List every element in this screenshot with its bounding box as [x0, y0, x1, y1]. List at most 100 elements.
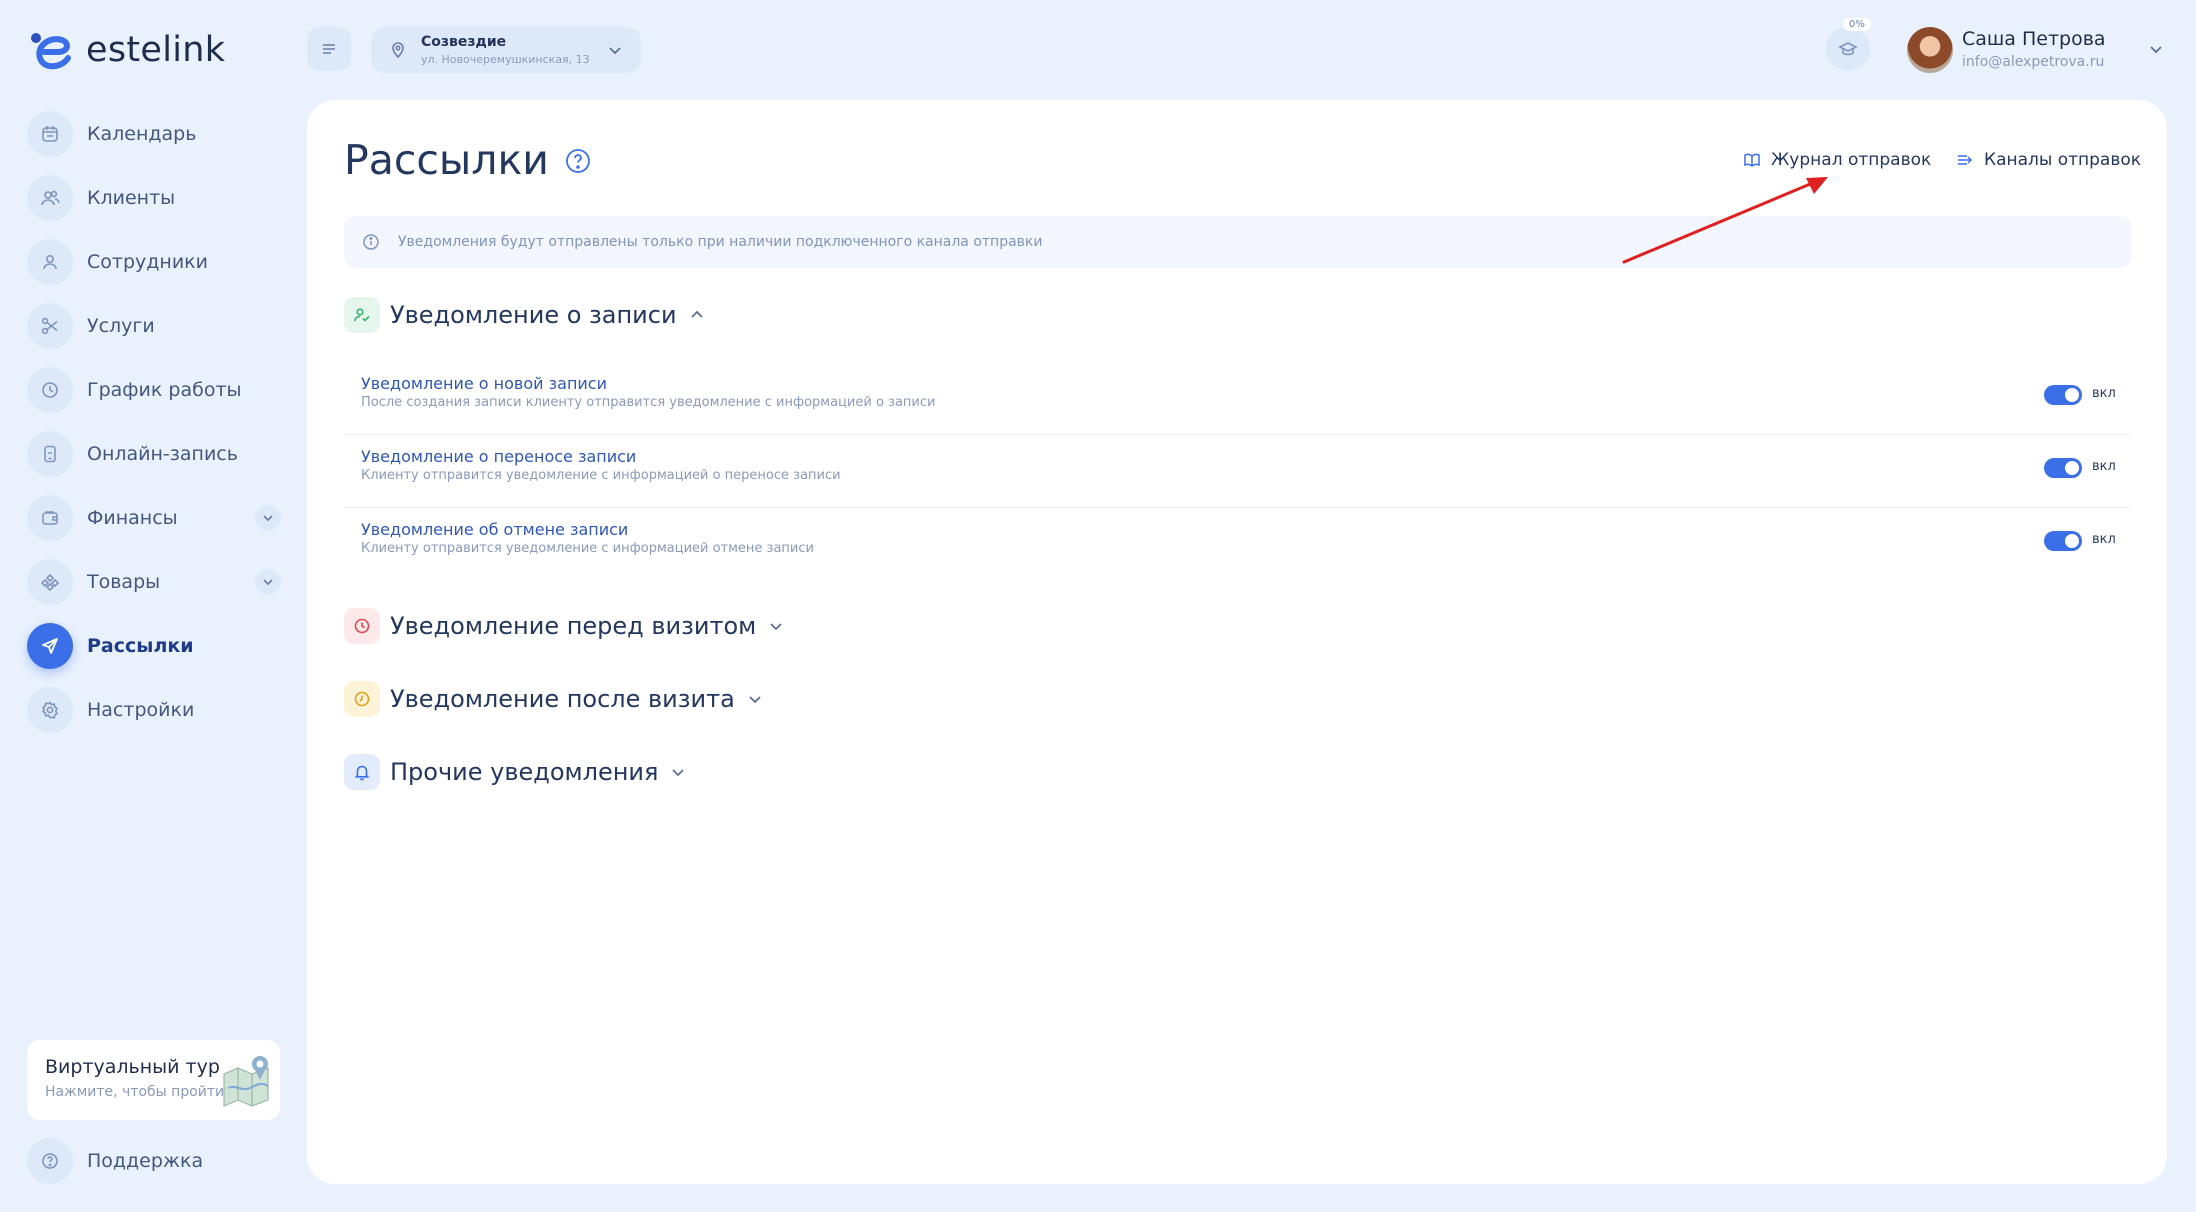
chevron-down-icon — [749, 696, 761, 704]
toggle-label: вкл — [2092, 459, 2116, 474]
journal-link-label: Журнал отправок — [1771, 150, 1932, 170]
onboarding-progress-button[interactable] — [1826, 27, 1870, 71]
journal-link[interactable]: Журнал отправок — [1743, 150, 1931, 170]
sidebar-item-label: Клиенты — [87, 187, 176, 209]
info-text: Уведомления будут отправлены только при … — [398, 234, 1043, 250]
user-check-icon — [344, 297, 380, 333]
sidebar-item-label: Настройки — [87, 699, 195, 721]
location-address: ул. Новочеремушкинская, 13 — [421, 53, 590, 66]
graduation-cap-icon — [1838, 42, 1858, 56]
sidebar-item-services[interactable]: Услуги — [27, 302, 281, 350]
help-icon[interactable] — [565, 148, 591, 174]
sidebar-item-label: Товары — [87, 571, 161, 593]
sidebar-item-mailings[interactable]: Рассылки — [27, 622, 281, 670]
chevron-down-icon[interactable] — [2145, 38, 2167, 60]
section-after-visit[interactable]: Уведомление после визита — [344, 681, 763, 717]
menu-icon — [323, 44, 335, 54]
notification-toggle[interactable] — [2044, 458, 2082, 478]
notification-row: Уведомление о новой записи После создани… — [344, 363, 2132, 435]
logo-text: estelink — [86, 30, 226, 70]
help-circle-icon — [27, 1138, 73, 1184]
sidebar-item-staff[interactable]: Сотрудники — [27, 238, 281, 286]
menu-toggle-button[interactable] — [307, 27, 351, 71]
location-pin-icon — [392, 42, 404, 59]
calendar-icon — [27, 111, 73, 157]
avatar[interactable] — [1907, 27, 1953, 73]
section-title: Уведомление после визита — [390, 685, 735, 713]
main-card: Рассылки Журнал отправок Каналы отправок… — [307, 100, 2167, 1184]
sidebar-item-schedule[interactable]: График работы — [27, 366, 281, 414]
row-description: Клиенту отправится уведомление с информа… — [361, 468, 841, 483]
sidebar-item-finance[interactable]: Финансы — [27, 494, 281, 542]
toggle-knob — [2065, 534, 2079, 548]
virtual-tour-card[interactable]: Виртуальный тур Нажмите, чтобы пройти — [27, 1040, 280, 1120]
toggle-knob — [2065, 388, 2079, 402]
sidebar-nav: Календарь Клиенты Сотрудники Услуги Граф… — [27, 110, 281, 750]
location-name: Созвездие — [421, 34, 507, 50]
gear-icon — [27, 687, 73, 733]
section-booking-notification[interactable]: Уведомление о записи — [344, 297, 705, 333]
toggle-knob — [2065, 461, 2079, 475]
sidebar-item-label: Рассылки — [87, 635, 194, 657]
user-email: info@alexpetrova.ru — [1962, 54, 2105, 70]
user-name: Саша Петрова — [1962, 28, 2106, 50]
app-logo[interactable]: estelink — [28, 28, 225, 72]
toggle-label: вкл — [2092, 532, 2116, 547]
clock-icon — [344, 681, 380, 717]
support-link[interactable]: Поддержка — [27, 1138, 203, 1184]
sidebar-item-label: Сотрудники — [87, 251, 208, 273]
sidebar-item-label: Онлайн-запись — [87, 443, 238, 465]
notification-row: Уведомление о переносе записи Клиенту от… — [344, 436, 2132, 508]
info-banner: Уведомления будут отправлены только при … — [344, 216, 2132, 268]
sidebar-item-label: Календарь — [87, 123, 197, 145]
channels-icon — [1958, 155, 1973, 165]
clock-icon — [27, 367, 73, 413]
users-icon — [27, 175, 73, 221]
notification-toggle[interactable] — [2044, 385, 2082, 405]
chevron-down-icon — [770, 623, 782, 631]
channels-link[interactable]: Каналы отправок — [1956, 150, 2141, 170]
chevron-down-icon[interactable] — [255, 569, 281, 595]
chevron-up-icon — [690, 310, 703, 318]
book-icon — [1744, 153, 1760, 168]
phone-icon — [27, 431, 73, 477]
chevron-down-icon — [672, 769, 685, 777]
section-title: Уведомление перед визитом — [390, 612, 757, 640]
channels-link-label: Каналы отправок — [1984, 150, 2142, 170]
section-title: Прочие уведомления — [390, 758, 659, 786]
row-title[interactable]: Уведомление о новой записи — [361, 374, 607, 393]
sidebar-item-clients[interactable]: Клиенты — [27, 174, 281, 222]
notification-row: Уведомление об отмене записи Клиенту отп… — [344, 509, 2132, 581]
sidebar-item-online-booking[interactable]: Онлайн-запись — [27, 430, 281, 478]
toggle-label: вкл — [2092, 386, 2116, 401]
chevron-down-icon — [609, 47, 621, 55]
sidebar-item-calendar[interactable]: Календарь — [27, 110, 281, 158]
sidebar-item-products[interactable]: Товары — [27, 558, 281, 606]
row-title[interactable]: Уведомление о переносе записи — [361, 447, 636, 466]
map-icon — [223, 1056, 269, 1107]
chevron-down-icon[interactable] — [255, 505, 281, 531]
sidebar-item-label: Финансы — [87, 507, 178, 529]
section-title: Уведомление о записи — [390, 301, 677, 329]
info-icon — [363, 234, 379, 250]
bell-icon — [344, 754, 380, 790]
section-before-visit[interactable]: Уведомление перед визитом — [344, 608, 784, 644]
sidebar-item-settings[interactable]: Настройки — [27, 686, 281, 734]
user-icon — [27, 239, 73, 285]
support-label: Поддержка — [87, 1150, 204, 1172]
notification-toggle[interactable] — [2044, 531, 2082, 551]
location-selector[interactable]: Созвездие ул. Новочеремушкинская, 13 — [371, 27, 641, 73]
sidebar-item-label: График работы — [87, 379, 242, 401]
page-title: Рассылки — [344, 136, 549, 184]
clock-icon — [344, 608, 380, 644]
send-icon — [27, 623, 73, 669]
scissors-icon — [27, 303, 73, 349]
box-icon — [27, 559, 73, 605]
row-description: Клиенту отправится уведомление с информа… — [361, 541, 814, 556]
row-description: После создания записи клиенту отправится… — [361, 395, 936, 410]
section-other-notifications[interactable]: Прочие уведомления — [344, 754, 686, 790]
sidebar-item-label: Услуги — [87, 315, 155, 337]
location-text: Созвездие ул. Новочеремушкинская, 13 — [421, 34, 590, 66]
logo-icon — [31, 33, 71, 70]
row-title[interactable]: Уведомление об отмене записи — [361, 520, 628, 539]
